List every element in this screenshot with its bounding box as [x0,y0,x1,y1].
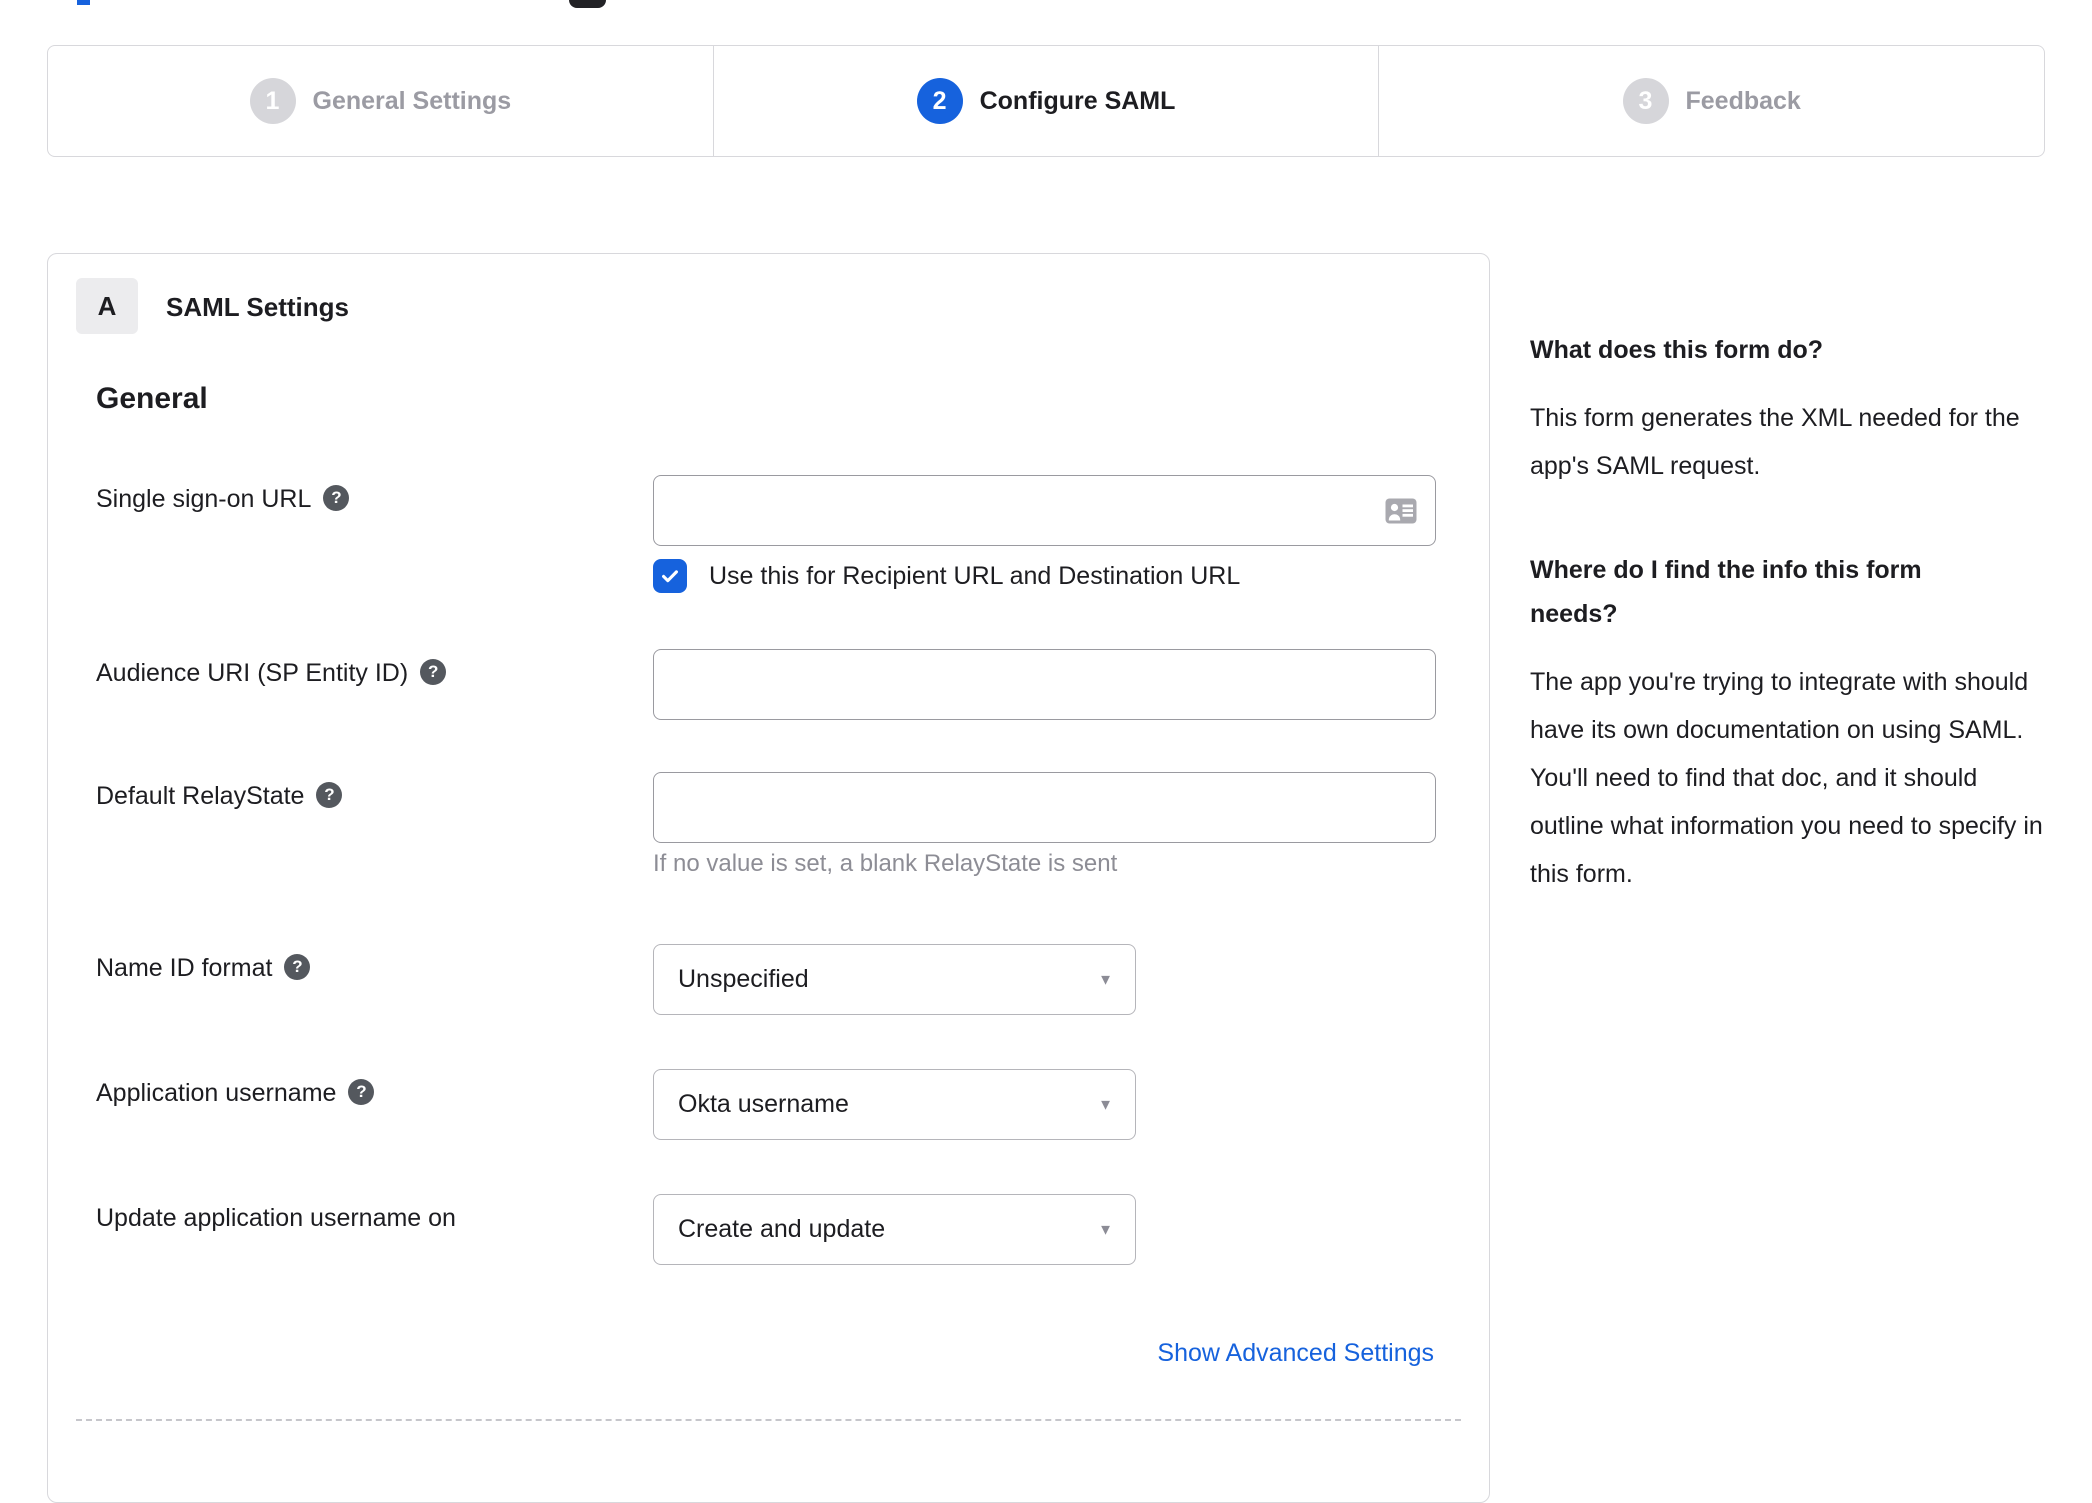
help-icon[interactable]: ? [323,485,350,512]
application-username-label: Application username? [96,1079,375,1108]
recipient-url-checkbox-row: Use this for Recipient URL and Destinati… [653,559,1240,593]
sidebar-paragraph-1: This form generates the XML needed for t… [1530,404,2020,480]
wizard-stepper: 1 General Settings 2 Configure SAML 3 Fe… [47,45,2045,157]
help-glyph: ? [331,488,342,508]
default-relaystate-input[interactable] [653,772,1436,843]
cropped-title-fragment-blue [77,0,90,5]
sso-url-label-text: Single sign-on URL [96,485,312,513]
saml-settings-panel: A SAML Settings General Single sign-on U… [47,253,1490,1503]
application-username-select[interactable]: Okta username ▼ [653,1069,1136,1140]
help-sidebar: What does this form do? This form genera… [1530,328,2052,898]
help-icon[interactable]: ? [420,659,447,686]
show-advanced-settings-link[interactable]: Show Advanced Settings [1157,1339,1434,1368]
step-configure-saml[interactable]: 2 Configure SAML [712,46,1379,156]
cropped-title-fragment-dark [569,0,606,8]
name-id-format-label-text: Name ID format [96,954,273,982]
name-id-format-value: Unspecified [678,965,809,993]
help-glyph: ? [324,785,335,805]
step-feedback[interactable]: 3 Feedback [1378,46,2044,156]
step-3-number-badge: 3 [1622,78,1669,124]
chevron-down-icon: ▼ [1098,1221,1113,1238]
sidebar-paragraph-2: The app you're trying to integrate with … [1530,668,2043,888]
update-application-username-label: Update application username on [96,1204,456,1232]
help-glyph: ? [427,662,439,682]
step-2-label: Configure SAML [979,86,1176,115]
recipient-url-checkbox[interactable] [653,559,687,593]
default-relaystate-label-text: Default RelayState [96,782,305,810]
application-username-value: Okta username [678,1090,849,1118]
step-general-settings[interactable]: 1 General Settings [48,46,713,156]
checkmark-icon [662,570,678,583]
general-heading: General [96,382,208,415]
section-title: SAML Settings [166,292,349,322]
chevron-down-icon: ▼ [1098,971,1113,988]
section-divider [76,1419,1461,1421]
update-application-username-value: Create and update [678,1215,886,1243]
application-username-label-text: Application username [96,1079,337,1107]
name-id-format-select[interactable]: Unspecified ▼ [653,944,1136,1015]
update-application-username-select[interactable]: Create and update ▼ [653,1194,1136,1265]
audience-uri-label-text: Audience URI (SP Entity ID) [96,659,409,687]
help-glyph: ? [292,957,303,977]
audience-uri-label: Audience URI (SP Entity ID)? [96,659,447,688]
step-3-label: Feedback [1685,86,1801,115]
sidebar-heading-2: Where do I find the info this form needs… [1530,556,1922,628]
section-a-badge: A [76,278,138,334]
sso-url-label: Single sign-on URL? [96,485,350,514]
help-icon[interactable]: ? [284,954,311,981]
step-2-number-badge: 2 [916,78,963,124]
chevron-down-icon: ▼ [1098,1096,1113,1113]
sidebar-heading-1: What does this form do? [1530,336,1824,364]
help-glyph: ? [356,1082,367,1102]
recipient-url-checkbox-label[interactable]: Use this for Recipient URL and Destinati… [709,562,1240,591]
name-id-format-label: Name ID format? [96,954,311,983]
help-icon[interactable]: ? [348,1079,375,1106]
default-relaystate-label: Default RelayState? [96,782,343,811]
step-1-number-badge: 1 [249,78,296,124]
help-icon[interactable]: ? [316,782,343,809]
step-1-label: General Settings [312,86,512,115]
audience-uri-input[interactable] [653,649,1436,720]
sso-url-input[interactable] [653,475,1436,546]
relaystate-hint: If no value is set, a blank RelayState i… [653,850,1118,877]
